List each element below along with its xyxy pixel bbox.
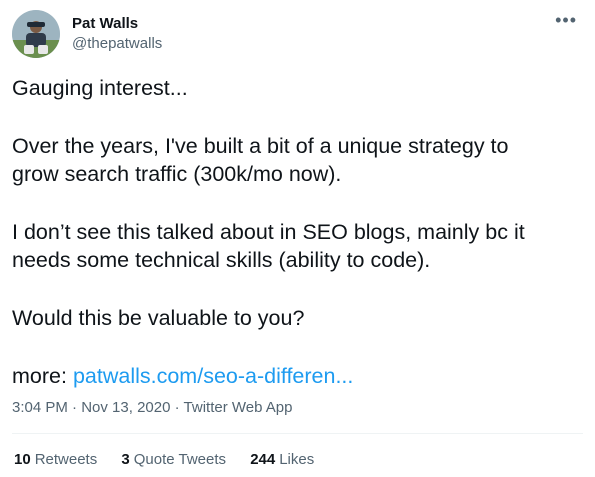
likes-label: Likes xyxy=(279,451,315,468)
quotes-label: Quote Tweets xyxy=(133,451,227,468)
tweet-more-line: more: patwalls.com/seo-a-differen... xyxy=(12,362,583,390)
avatar-image xyxy=(12,10,60,58)
tweet-meta: 3:04 PM · Nov 13, 2020 · Twitter Web App xyxy=(12,398,292,418)
tweet-date[interactable]: Nov 13, 2020 xyxy=(81,399,170,416)
tweet-header: Pat Walls @thepatwalls ••• xyxy=(12,10,583,60)
retweets-count: 10 xyxy=(14,451,31,468)
tweet-link[interactable]: patwalls.com/seo-a-differen... xyxy=(73,364,353,388)
more-horizontal-icon[interactable]: ••• xyxy=(555,10,577,30)
tweet-line: Gauging interest... xyxy=(12,76,188,100)
user-info: Pat Walls @thepatwalls xyxy=(72,14,162,54)
tweet-time[interactable]: 3:04 PM xyxy=(12,399,68,416)
retweets-stat[interactable]: 10 Retweets xyxy=(14,450,97,470)
likes-stat[interactable]: 244 Likes xyxy=(250,450,314,470)
tweet-line: I don’t see this talked about in SEO blo… xyxy=(12,220,525,244)
tweet-source[interactable]: Twitter Web App xyxy=(184,399,293,416)
tweet-line: Would this be valuable to you? xyxy=(12,306,305,330)
user-handle[interactable]: @thepatwalls xyxy=(72,34,162,54)
tweet-line: grow search traffic (300k/mo now). xyxy=(12,162,342,186)
tweet-text: Gauging interest... Over the years, I've… xyxy=(12,74,583,390)
meta-separator: · xyxy=(174,399,180,416)
avatar[interactable] xyxy=(12,10,60,58)
likes-count: 244 xyxy=(250,451,276,468)
tweet-line: needs some technical skills (ability to … xyxy=(12,248,431,272)
more-label: more: xyxy=(12,364,67,388)
retweets-label: Retweets xyxy=(34,451,98,468)
quote-tweets-stat[interactable]: 3 Quote Tweets xyxy=(121,450,226,470)
meta-separator: · xyxy=(72,399,78,416)
divider xyxy=(12,433,583,434)
tweet-stats: 10 Retweets 3 Quote Tweets 244 Likes xyxy=(14,450,334,470)
quotes-count: 3 xyxy=(121,451,130,468)
tweet-line: Over the years, I've built a bit of a un… xyxy=(12,134,509,158)
display-name[interactable]: Pat Walls xyxy=(72,14,162,34)
